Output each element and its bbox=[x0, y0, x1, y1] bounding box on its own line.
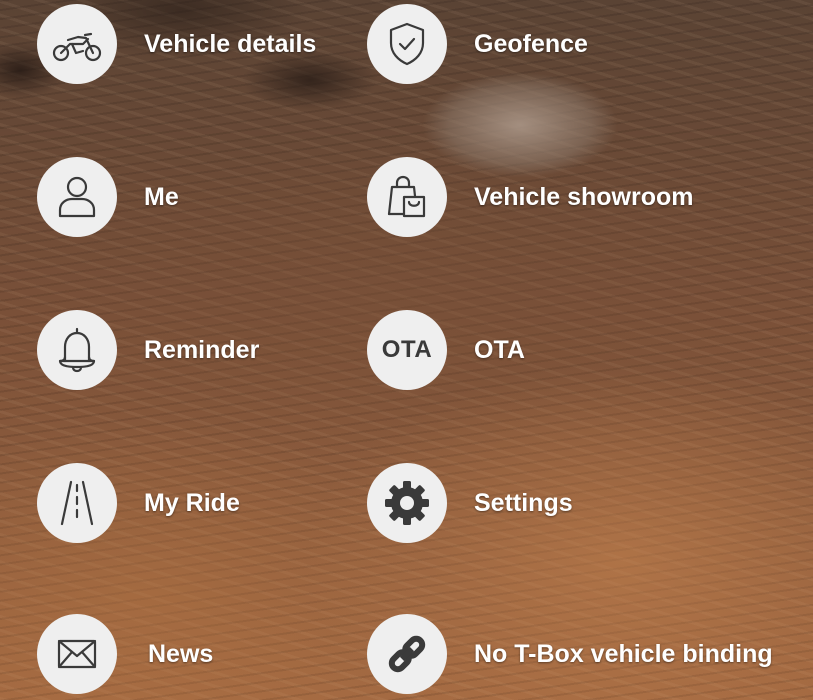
bell-icon bbox=[58, 327, 96, 373]
tbox-binding-label: No T-Box vehicle binding bbox=[474, 639, 773, 668]
me-label: Me bbox=[144, 182, 179, 211]
menu-item-ota[interactable]: OTA OTA bbox=[367, 310, 525, 390]
gear-icon bbox=[385, 481, 429, 525]
menu-item-settings[interactable]: Settings bbox=[367, 463, 573, 543]
ota-label: OTA bbox=[474, 335, 525, 364]
geofence-icon-circle[interactable] bbox=[367, 4, 447, 84]
reminder-icon-circle[interactable] bbox=[37, 310, 117, 390]
news-icon-circle[interactable] bbox=[37, 614, 117, 694]
reminder-label: Reminder bbox=[144, 335, 260, 364]
ota-icon-text: OTA bbox=[381, 336, 433, 363]
menu-item-vehicle-details[interactable]: Vehicle details bbox=[37, 4, 316, 84]
settings-icon-circle[interactable] bbox=[367, 463, 447, 543]
settings-label: Settings bbox=[474, 488, 573, 517]
menu-item-vehicle-showroom[interactable]: Vehicle showroom bbox=[367, 157, 694, 237]
my-ride-icon-circle[interactable] bbox=[37, 463, 117, 543]
shield-check-icon bbox=[389, 22, 425, 66]
menu-item-tbox-binding[interactable]: No T-Box vehicle binding bbox=[367, 614, 773, 694]
vehicle-showroom-label: Vehicle showroom bbox=[474, 182, 694, 211]
vehicle-details-label: Vehicle details bbox=[144, 29, 317, 58]
news-label: News bbox=[148, 639, 214, 668]
me-icon-circle[interactable] bbox=[37, 157, 117, 237]
road-icon bbox=[60, 480, 94, 526]
ota-icon-circle[interactable]: OTA bbox=[367, 310, 447, 390]
geofence-label: Geofence bbox=[474, 29, 588, 58]
shopping-bag-icon bbox=[387, 175, 426, 218]
menu-item-my-ride[interactable]: My Ride bbox=[37, 463, 240, 543]
envelope-icon bbox=[57, 639, 97, 669]
vehicle-details-icon-circle[interactable] bbox=[37, 4, 117, 84]
tbox-binding-icon-circle[interactable] bbox=[367, 614, 447, 694]
menu-item-me[interactable]: Me bbox=[37, 157, 179, 237]
motorcycle-icon bbox=[52, 32, 102, 62]
person-icon bbox=[58, 176, 96, 218]
menu-item-geofence[interactable]: Geofence bbox=[367, 4, 588, 84]
menu-item-reminder[interactable]: Reminder bbox=[37, 310, 259, 390]
my-ride-label: My Ride bbox=[144, 488, 240, 517]
vehicle-showroom-icon-circle[interactable] bbox=[367, 157, 447, 237]
link-icon bbox=[388, 635, 426, 673]
menu-item-news[interactable]: News bbox=[37, 614, 213, 694]
